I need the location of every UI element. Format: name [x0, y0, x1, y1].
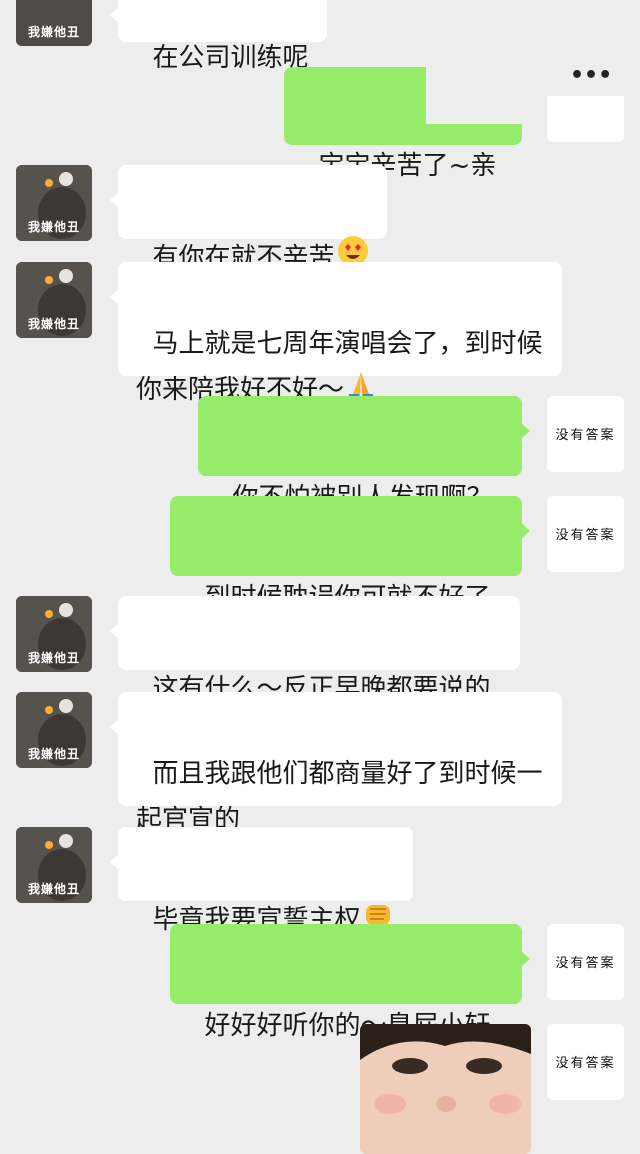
avatar-label: 我嫌他丑	[27, 317, 80, 331]
message-text: 马上就是七周年演唱会了，到时候你来陪我好不好～	[136, 329, 543, 405]
contact-avatar[interactable]: 我嫌他丑	[16, 827, 92, 903]
message-text: 而且我跟他们都商量好了到时候一起官宣的	[136, 759, 543, 835]
my-avatar[interactable]: 没有答案	[547, 1024, 624, 1100]
avatar-label: 没有答案	[555, 1056, 616, 1071]
more-options-icon[interactable]: •••	[570, 62, 612, 90]
avatar-label: 没有答案	[555, 956, 616, 971]
message-bubble[interactable]: 毕竟我要宣誓主权	[110, 827, 413, 935]
contact-avatar[interactable]: 我嫌他丑	[16, 0, 92, 46]
message-bubble[interactable]: 到时候耽误你可就不好了	[170, 496, 530, 613]
message-bubble[interactable]: 这有什么～反正早晚都要说的	[110, 596, 520, 704]
contact-avatar[interactable]: 我嫌他丑	[16, 596, 92, 672]
sticker-avatar-partial	[547, 96, 624, 142]
my-avatar[interactable]: 没有答案	[547, 396, 624, 472]
avatar-label: 我嫌他丑	[27, 747, 80, 761]
message-bubble[interactable]: 你不怕被别人发现啊？	[198, 396, 530, 513]
avatar-label: 我嫌他丑	[27, 25, 80, 39]
photo-message[interactable]	[360, 1024, 531, 1154]
my-avatar[interactable]: 没有答案	[547, 924, 624, 1000]
contact-avatar[interactable]: 我嫌他丑	[16, 262, 92, 338]
avatar-label: 没有答案	[555, 528, 616, 543]
message-bubble[interactable]: 而且我跟他们都商量好了到时候一起官宣的	[110, 692, 562, 835]
message-bubble[interactable]: 好好好听你的～臭屁小轩	[170, 924, 530, 1041]
selfie-photo	[360, 1024, 531, 1154]
avatar-label: 我嫌他丑	[27, 220, 80, 234]
avatar-label: 我嫌他丑	[27, 882, 80, 896]
message-bubble[interactable]: 马上就是七周年演唱会了，到时候你来陪我好不好～	[110, 262, 562, 405]
my-avatar[interactable]: 没有答案	[547, 496, 624, 572]
avatar-label: 没有答案	[555, 428, 616, 443]
avatar-label: 我嫌他丑	[27, 651, 80, 665]
contact-avatar[interactable]: 我嫌他丑	[16, 165, 92, 241]
message-bubble[interactable]: 在公司训练呢	[110, 0, 327, 73]
message-bubble[interactable]: 有你在就不辛苦	[110, 165, 387, 273]
contact-avatar[interactable]: 我嫌他丑	[16, 692, 92, 768]
message-text: 在公司训练呢	[152, 43, 309, 73]
